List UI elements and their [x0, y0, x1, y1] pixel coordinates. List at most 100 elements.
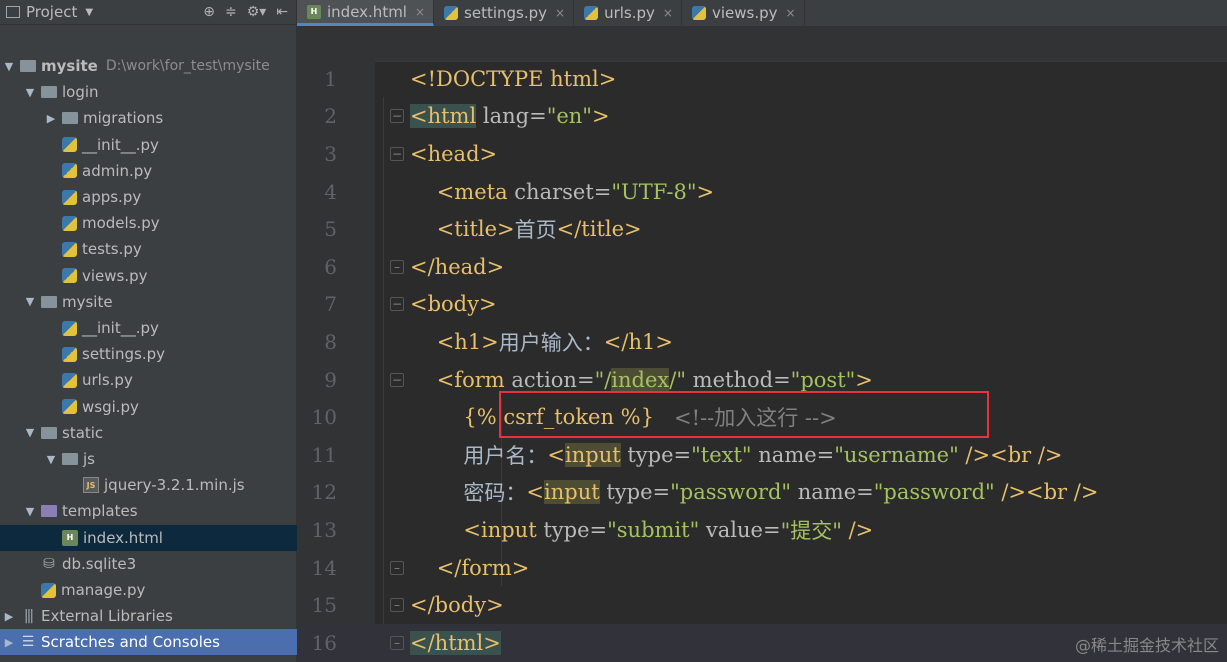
- tree-item[interactable]: ▼ mysite: [0, 289, 319, 315]
- tree-item[interactable]: ▼ login: [0, 79, 319, 105]
- tree-item[interactable]: ▼ templates: [0, 498, 319, 524]
- folder-icon: [20, 60, 36, 72]
- code-line[interactable]: 15 – </body>: [297, 586, 1227, 624]
- fold-close-icon[interactable]: –: [390, 259, 404, 274]
- expand-arrow-icon[interactable]: ▼: [44, 453, 58, 466]
- tree-item[interactable]: wsgi.py: [0, 394, 340, 420]
- tree-item[interactable]: ▶ ||| External Libraries: [0, 603, 298, 629]
- js-file-icon: JS: [83, 477, 99, 494]
- hide-panel-icon[interactable]: ⇤: [276, 4, 288, 20]
- code-line[interactable]: 14 – </form>: [297, 549, 1227, 587]
- tree-item[interactable]: Hindex.html: [0, 524, 340, 551]
- code-editor[interactable]: 1 <!DOCTYPE html> 2− <html lang= "en" >3− <hea…: [297, 60, 1227, 662]
- expand-arrow-icon[interactable]: ▼: [23, 295, 37, 308]
- chevron-down-icon[interactable]: ▼: [85, 7, 93, 18]
- tree-item[interactable]: settings.py: [0, 341, 340, 367]
- line-number: 6: [324, 254, 337, 279]
- editor-tab[interactable]: views.py ×: [682, 0, 805, 26]
- code-token: charset=: [507, 179, 612, 204]
- python-file-icon: [62, 399, 77, 415]
- tree-item[interactable]: __init__.py: [0, 315, 340, 341]
- code-token: <!DOCTYPE html>: [410, 66, 617, 91]
- fold-open-icon[interactable]: −: [390, 146, 404, 161]
- tree-item[interactable]: ▶ migrations: [0, 105, 340, 131]
- collapse-all-icon[interactable]: ≑: [225, 4, 237, 20]
- code-line[interactable]: 13 <input type= "submit" value= "提交" />: [297, 511, 1227, 549]
- gear-icon[interactable]: ⚙▾: [247, 4, 267, 20]
- folder-icon: [62, 112, 78, 125]
- tree-item-label: models.py: [82, 214, 160, 233]
- tree-item[interactable]: apps.py: [0, 184, 340, 210]
- code-content: <meta charset= "UTF-8" >: [410, 180, 714, 204]
- tree-item[interactable]: ▼ js: [0, 446, 340, 472]
- tree-item[interactable]: __init__.py: [0, 132, 340, 158]
- expand-arrow-icon[interactable]: ▼: [23, 86, 37, 99]
- tree-item[interactable]: ▼ static: [0, 420, 319, 446]
- code-token: <meta: [436, 179, 508, 204]
- close-icon[interactable]: ×: [415, 5, 425, 19]
- code-content: 密码： < input type= "password" name= "password…: [410, 477, 1098, 507]
- code-line[interactable]: 12 密码： < input type= "password" name= "passw…: [297, 474, 1227, 512]
- line-number: 4: [324, 179, 337, 204]
- tree-item-label: js: [83, 450, 95, 468]
- collapse-arrow-icon[interactable]: ▶: [44, 112, 58, 125]
- line-number: 2: [324, 104, 337, 129]
- line-number: 5: [324, 217, 337, 242]
- editor-tab[interactable]: urls.py ×: [574, 0, 682, 26]
- annotation-highlight-box: [499, 391, 989, 438]
- editor-tab[interactable]: settings.py ×: [434, 0, 575, 26]
- code-line[interactable]: 2 − <html lang= "en" >: [297, 98, 1227, 136]
- collapse-arrow-icon[interactable]: ▶: [2, 636, 16, 649]
- code-line[interactable]: 1 <!DOCTYPE html>: [297, 60, 1227, 98]
- close-icon[interactable]: ×: [663, 6, 673, 20]
- close-icon[interactable]: ×: [786, 6, 796, 20]
- python-file-icon: [62, 241, 77, 257]
- fold-close-icon[interactable]: –: [390, 560, 404, 575]
- expand-arrow-icon[interactable]: ▼: [2, 60, 16, 73]
- python-file-icon: [62, 346, 77, 362]
- fold-open-icon[interactable]: −: [390, 109, 404, 124]
- close-icon[interactable]: ×: [555, 6, 565, 20]
- tree-item[interactable]: views.py: [0, 263, 340, 289]
- tree-item[interactable]: ▶ ☰ Scratches and Consoles: [0, 629, 298, 656]
- code-line[interactable]: 8 <h1> 用户输入： </h1>: [297, 323, 1227, 361]
- code-line[interactable]: 6 – </head>: [297, 248, 1227, 286]
- code-line[interactable]: 3 − <head>: [297, 135, 1227, 173]
- scratches-icon: ☰: [21, 634, 35, 651]
- tree-item[interactable]: manage.py: [0, 577, 319, 603]
- tree-item[interactable]: models.py: [0, 210, 340, 236]
- fold-close-icon[interactable]: –: [390, 598, 404, 613]
- fold-open-icon[interactable]: −: [390, 372, 404, 387]
- expand-arrow-icon[interactable]: ▼: [23, 426, 37, 439]
- fold-open-icon[interactable]: −: [390, 297, 404, 312]
- code-token: "UTF-8": [611, 179, 697, 204]
- code-line[interactable]: 5 <title> 首页 </title>: [297, 210, 1227, 248]
- tree-item-label: static: [62, 423, 104, 442]
- code-line[interactable]: 4 <meta charset= "UTF-8" >: [297, 173, 1227, 211]
- fold-close-icon[interactable]: –: [390, 635, 404, 650]
- code-line[interactable]: 11 用户名： < input type= "text" name= "username…: [297, 436, 1227, 474]
- locate-icon[interactable]: ⊕: [203, 4, 215, 20]
- collapse-arrow-icon[interactable]: ▶: [2, 610, 16, 623]
- code-content: <title> 首页 </title>: [410, 214, 642, 244]
- python-file-icon: [691, 6, 706, 20]
- expand-arrow-icon[interactable]: ▼: [23, 505, 37, 518]
- tree-item-label: jquery-3.2.1.min.js: [104, 476, 245, 495]
- project-path: D:\work\for_test\mysite: [105, 58, 270, 74]
- python-file-icon: [584, 6, 599, 20]
- tree-item-label: __init__.py: [82, 135, 159, 154]
- tree-item[interactable]: admin.py: [0, 158, 340, 184]
- tree-item[interactable]: ⛁ db.sqlite3: [0, 551, 319, 577]
- tree-item[interactable]: ▼ mysite D:\work\for_test\mysite: [0, 53, 298, 79]
- tree-item[interactable]: tests.py: [0, 236, 340, 262]
- tree-item[interactable]: urls.py: [0, 367, 340, 393]
- line-number: 9: [324, 367, 337, 392]
- line-number: 11: [311, 442, 337, 467]
- editor-tab[interactable]: Hindex.html ×: [297, 0, 435, 26]
- code-line[interactable]: 7 − <body>: [297, 286, 1227, 324]
- watermark: @稀土掘金技术社区: [1074, 636, 1219, 655]
- project-panel-header[interactable]: Project ▼ ⊕ ≑ ⚙▾ ⇤: [0, 0, 296, 25]
- code-content: </html>: [410, 630, 501, 655]
